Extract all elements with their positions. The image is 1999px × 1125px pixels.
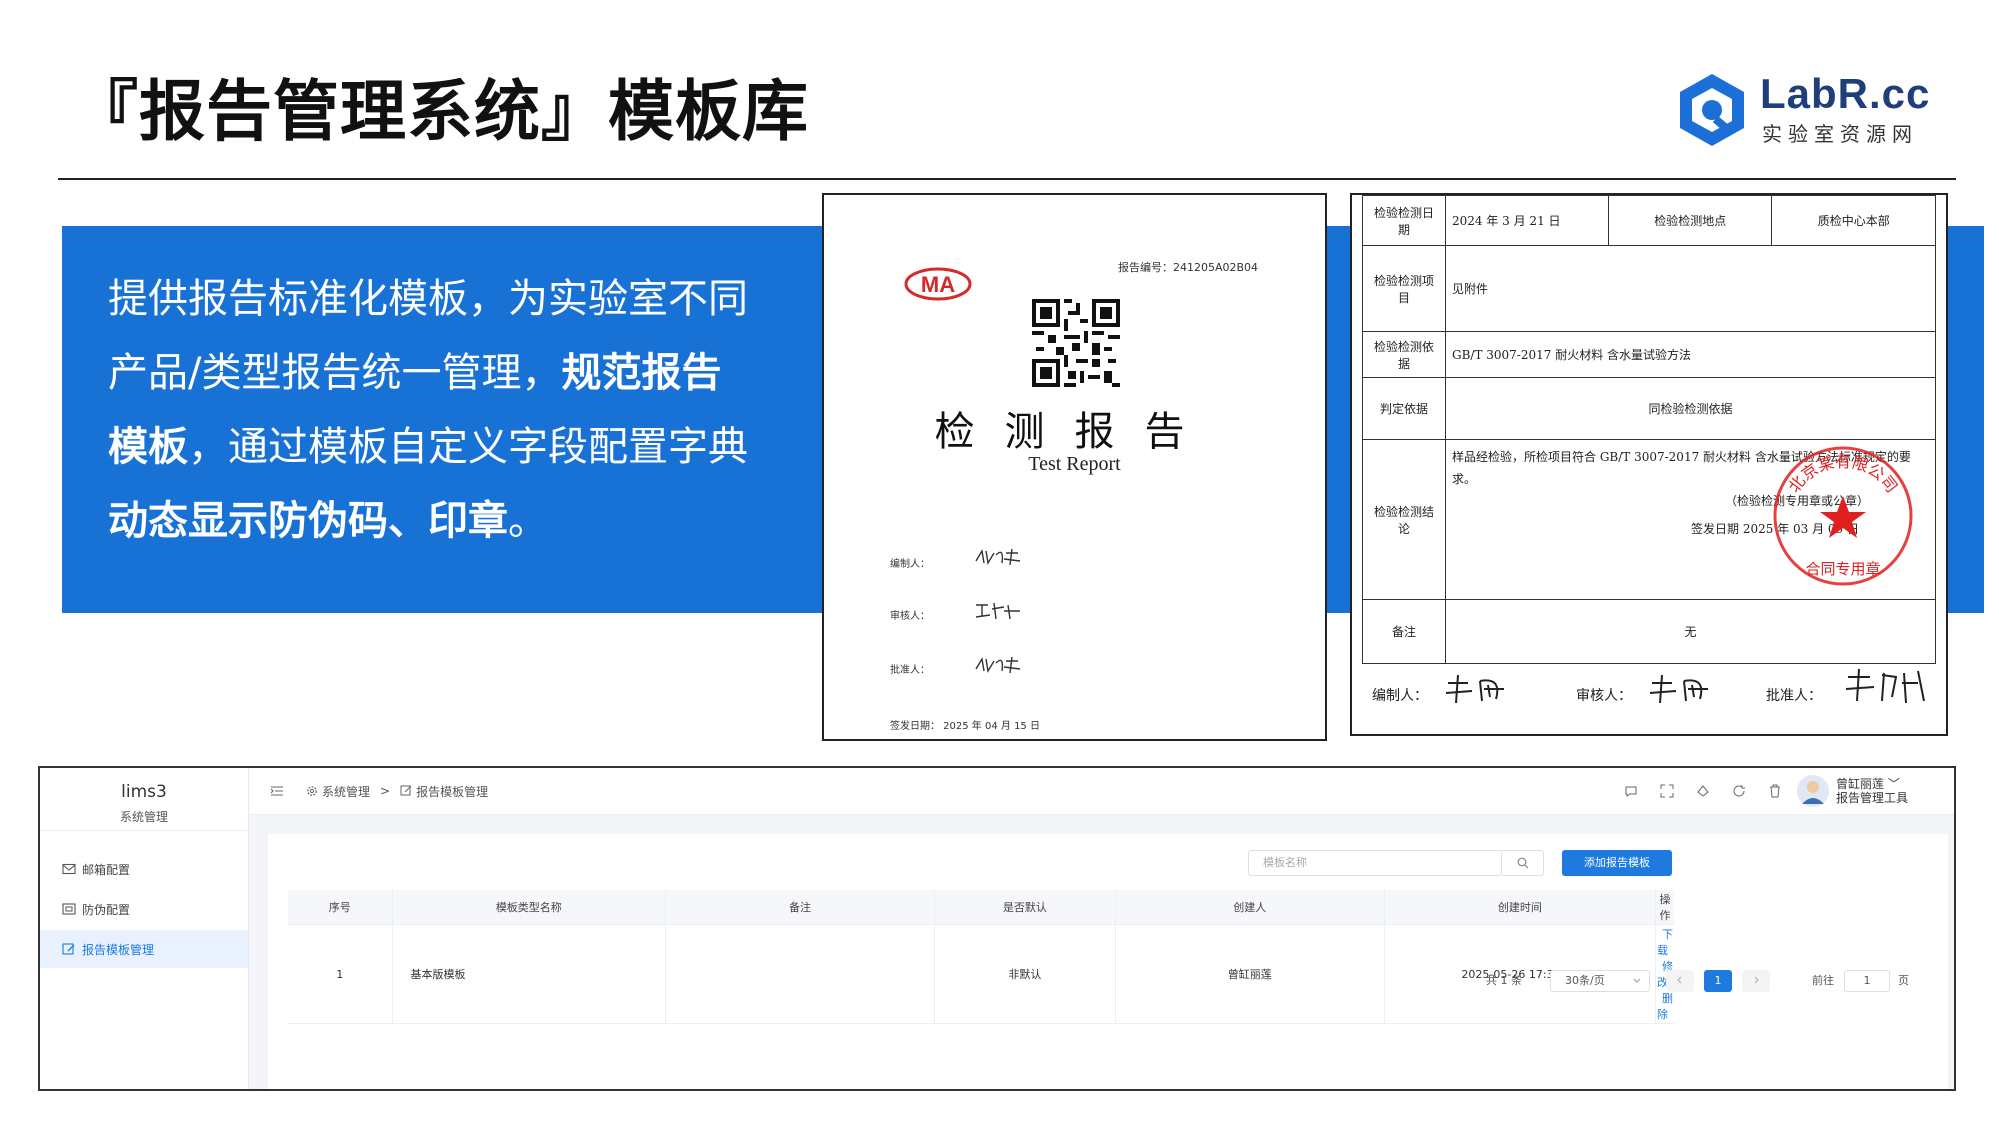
footer-compiler: 编制人： [1372,688,1428,704]
sidebar-divider [40,830,248,831]
sidebar: lims3 系统管理 邮箱配置 防伪配置 报告模板管理 [40,768,249,1089]
table-header-row: 序号 模板类型名称 备注 是否默认 创建人 创建时间 操作 [288,890,1674,925]
chat-icon[interactable] [1624,784,1638,798]
refresh-icon[interactable] [1732,784,1746,798]
column-header: 操作 [1655,890,1674,925]
cell-index: 1 [288,924,393,1024]
table-row: 1 基本版模板 非默认 曾缸丽莲 2025-05-26 17:37:36 下载 … [288,924,1674,1024]
pagination-total: 共 1 条 [1486,974,1522,987]
issue-date: 签发日期： 2025 年 04 月 15 日 [890,721,1040,732]
search-button[interactable] [1502,850,1544,876]
theme-icon[interactable] [1696,784,1710,798]
sidebar-item-anti-counterfeit[interactable]: 防伪配置 [40,890,248,928]
page-number-1[interactable]: 1 [1704,970,1732,992]
signature-compiler-2 [1445,674,1504,704]
mail-icon [62,863,76,875]
signature-approver [975,656,1021,674]
compiler-label: 编制人： [890,559,930,570]
cell-remark [665,924,935,1024]
settings-icon [307,786,317,796]
svg-text:合同专用章: 合同专用章 [1805,560,1880,578]
app-brand: lims3 [121,782,167,802]
svg-text:MA: MA [921,272,955,297]
top-bar: 系统管理 > 报告模板管理 曾缸丽莲 ﹀ 报告管理工具 [248,768,1954,815]
edit-icon [62,943,75,955]
feature-description: 提供报告标准化模板，为实验室不同产品/类型报告统一管理，规范报告模板，通过模板自… [108,276,748,544]
qr-code-icon [1032,299,1120,387]
add-template-button[interactable]: 添加报告模板 [1562,850,1672,876]
breadcrumb-current: 报告模板管理 [416,784,489,799]
column-header: 序号 [288,890,393,925]
cma-mark-icon: MA [904,267,972,301]
edit-icon [400,785,412,796]
logo-text: LabR.cc [1760,70,1931,117]
user-name[interactable]: 曾缸丽莲 ﹀ [1836,777,1908,791]
avatar[interactable] [1796,774,1830,808]
download-link[interactable]: 下载 [1657,928,1673,957]
fullscreen-icon[interactable] [1660,784,1674,798]
cell-default: 非默认 [934,924,1116,1024]
footer-approver: 批准人： [1766,688,1822,704]
template-table: 序号 模板类型名称 备注 是否默认 创建人 创建时间 操作 1 基本版模板 非默… [288,890,1674,1024]
image-icon [62,903,76,915]
signature-reviewer-2 [1649,674,1708,704]
signature-reviewer [975,602,1020,620]
contract-seal-icon: 北京某有限公司 合同专用章 [1773,446,1913,586]
app-screenshot: lims3 系统管理 邮箱配置 防伪配置 报告模板管理 系统管理 > 报告模板管… [38,766,1956,1091]
column-header: 备注 [665,890,935,925]
reviewer-label: 审核人： [890,611,930,622]
approver-label: 批准人： [890,665,930,676]
delete-link[interactable]: 删除 [1657,992,1673,1021]
search-icon [1517,857,1528,869]
logo-subtitle: 实验室资源网 [1762,122,1918,146]
chevron-right-icon [1754,976,1759,984]
column-header: 创建时间 [1384,890,1657,925]
title-divider [58,178,1956,180]
breadcrumb-system[interactable]: 系统管理 [322,783,370,800]
footer-reviewer: 审核人： [1576,688,1632,704]
chevron-down-icon [1633,978,1641,983]
column-header: 模板类型名称 [392,890,667,925]
next-page-button[interactable] [1742,970,1770,992]
sidebar-item-report-templates[interactable]: 报告模板管理 [40,930,248,968]
trash-icon[interactable] [1768,784,1782,798]
sidebar-item-label: 报告模板管理 [82,942,155,957]
goto-page-input[interactable]: 1 [1844,970,1890,992]
slide-title: 『报告管理系统』模板库 [72,73,809,150]
template-search-input[interactable]: 模板名称 [1248,850,1502,876]
prev-page-button[interactable] [1666,970,1694,992]
column-header: 创建人 [1115,890,1385,925]
menu-fold-icon[interactable] [270,785,284,797]
report-title-en: Test Report [1028,453,1121,475]
sidebar-item-mailbox[interactable]: 邮箱配置 [40,850,248,888]
breadcrumb-separator: > [380,784,391,798]
app-brand-sub: 系统管理 [119,810,168,824]
page-size-select[interactable]: 30条/页 [1550,970,1650,992]
labr-logo-icon [1680,74,1744,146]
sidebar-item-label: 防伪配置 [82,902,131,917]
column-header: 是否默认 [934,890,1116,925]
user-role: 报告管理工具 [1835,791,1908,805]
cell-template-name: 基本版模板 [392,924,667,1024]
signature-approver-2 [1845,668,1925,704]
sidebar-item-label: 邮箱配置 [82,862,131,877]
cell-creator: 曾缸丽莲 [1115,924,1385,1024]
report-cover-preview: MA 报告编号：241205A02B04 检测报告 Test Report 编制… [822,193,1327,741]
page-size-value: 30条/页 [1565,974,1605,987]
svg-text:北京某有限公司: 北京某有限公司 [1784,452,1901,496]
report-title-cn: 检测报告 [934,409,1215,455]
goto-unit: 页 [1898,974,1909,987]
goto-label: 前往 [1812,974,1834,987]
signature-compiler [975,548,1021,566]
chevron-left-icon [1677,976,1682,984]
report-number: 报告编号：241205A02B04 [1118,261,1259,274]
